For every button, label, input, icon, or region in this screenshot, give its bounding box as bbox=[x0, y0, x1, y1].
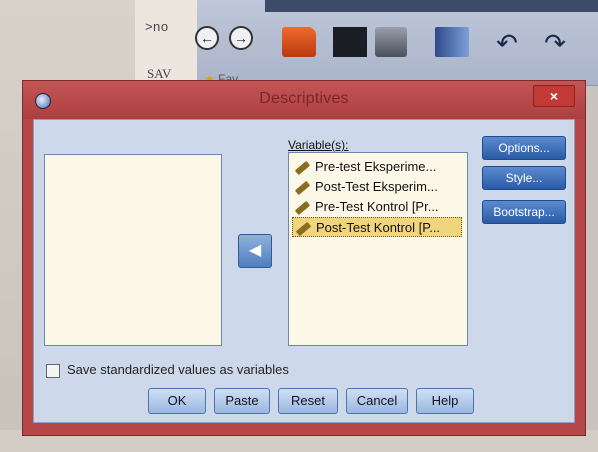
menu-bar bbox=[265, 0, 598, 12]
variable-list-item[interactable]: Pre-test Eksperime... bbox=[292, 157, 462, 177]
scale-variable-icon bbox=[295, 221, 312, 236]
forward-arrow-icon[interactable]: → bbox=[229, 26, 253, 50]
open-folder-icon[interactable] bbox=[282, 27, 316, 57]
variable-list-item[interactable]: Pre-Test Kontrol [Pr... bbox=[292, 197, 462, 217]
variable-list-item[interactable]: Post-Test Eksperim... bbox=[292, 177, 462, 197]
save-standardized-label: Save standardized values as variables bbox=[67, 362, 289, 377]
dialog-body: ◀ Variable(s): Pre-test Eksperime... Pos… bbox=[33, 119, 575, 423]
target-variable-list[interactable]: Pre-test Eksperime... Post-Test Eksperim… bbox=[288, 152, 468, 346]
paste-button[interactable]: Paste bbox=[214, 388, 270, 414]
save-standardized-checkbox[interactable] bbox=[46, 363, 60, 378]
dialog-titlebar[interactable]: Descriptives × bbox=[23, 81, 585, 119]
cancel-button[interactable]: Cancel bbox=[346, 388, 408, 414]
save-standardized-row[interactable]: Save standardized values as variables bbox=[46, 362, 289, 378]
bootstrap-button[interactable]: Bootstrap... bbox=[482, 200, 566, 224]
descriptives-dialog: Descriptives × ◀ Variable(s): Pre-test E… bbox=[22, 80, 586, 436]
syntax-line: >no bbox=[145, 20, 169, 35]
scale-variable-icon bbox=[294, 160, 311, 175]
back-arrow-icon[interactable]: ← bbox=[195, 26, 219, 50]
print-icon[interactable] bbox=[375, 27, 407, 57]
reset-button[interactable]: Reset bbox=[278, 388, 338, 414]
source-variable-list[interactable] bbox=[44, 154, 222, 346]
save-icon[interactable] bbox=[333, 27, 367, 57]
variable-list-item-selected[interactable]: Post-Test Kontrol [P... bbox=[292, 217, 462, 237]
ok-button[interactable]: OK bbox=[148, 388, 206, 414]
dialog-title: Descriptives bbox=[259, 90, 349, 107]
undo-icon[interactable]: ↶ bbox=[492, 30, 522, 56]
move-variable-button[interactable]: ◀ bbox=[238, 234, 272, 268]
scale-variable-icon bbox=[294, 200, 311, 215]
syntax-pane: >no SAV bbox=[135, 0, 198, 90]
scale-variable-icon bbox=[294, 180, 311, 195]
arrow-left-icon: ◀ bbox=[248, 242, 262, 259]
variables-label: Variable(s): bbox=[288, 138, 349, 152]
style-button[interactable]: Style... bbox=[482, 166, 566, 190]
close-button[interactable]: × bbox=[533, 85, 575, 107]
redo-icon[interactable]: ↷ bbox=[540, 30, 570, 56]
help-button[interactable]: Help bbox=[416, 388, 474, 414]
data-view-icon[interactable] bbox=[435, 27, 469, 57]
options-button[interactable]: Options... bbox=[482, 136, 566, 160]
